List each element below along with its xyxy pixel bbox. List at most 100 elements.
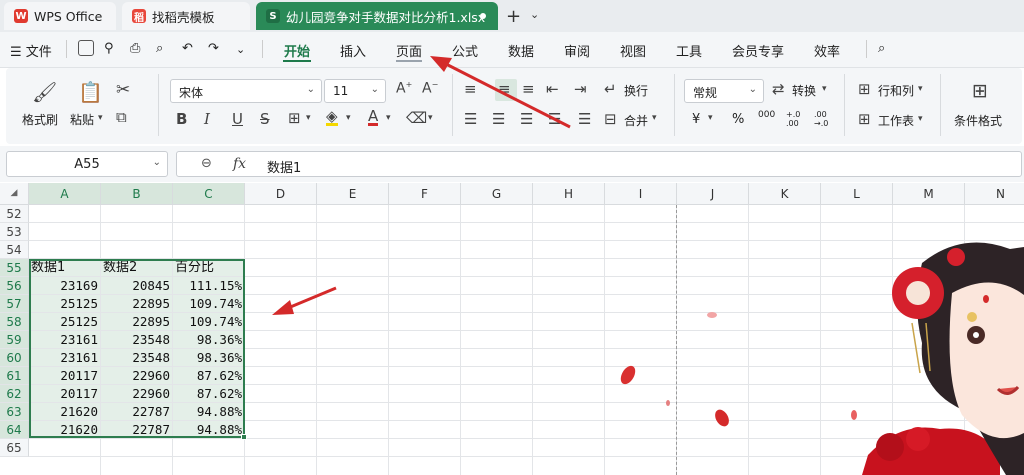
currency-format-button[interactable]: ¥ xyxy=(692,112,700,127)
justify-icon[interactable]: ☰ xyxy=(548,110,561,128)
align-center-icon[interactable]: ☰ xyxy=(492,110,505,128)
thousands-separator-button[interactable]: 000 xyxy=(758,110,775,120)
chevron-down-icon[interactable]: ▾ xyxy=(708,113,713,123)
row-header-56[interactable]: 56 xyxy=(0,277,29,295)
tab-daoke-templates[interactable]: 稻 找稻壳模板 xyxy=(122,2,250,30)
italic-icon[interactable]: I xyxy=(204,110,210,128)
align-right-icon[interactable]: ☰ xyxy=(520,110,533,128)
column-header-a[interactable]: A xyxy=(29,183,101,205)
column-header-h[interactable]: H xyxy=(533,183,605,205)
format-painter-quick-icon[interactable]: ⚲ xyxy=(104,41,114,56)
column-header-k[interactable]: K xyxy=(749,183,821,205)
chevron-down-icon[interactable]: ▾ xyxy=(918,84,923,94)
row-header-65[interactable]: 65 xyxy=(0,439,29,457)
fill-handle[interactable] xyxy=(241,434,247,440)
row-header-63[interactable]: 63 xyxy=(0,403,29,421)
save-icon[interactable] xyxy=(78,40,94,56)
indent-increase-icon[interactable]: ⇥ xyxy=(574,80,587,98)
undo-icon[interactable]: ↶ xyxy=(182,41,193,56)
worksheet-icon[interactable]: ⊞ xyxy=(858,110,871,128)
border-icon[interactable]: ⊞ xyxy=(288,109,301,127)
menu-tab-formula[interactable]: 公式 xyxy=(452,41,478,60)
chevron-down-icon[interactable]: ▾ xyxy=(306,113,311,123)
chevron-down-icon[interactable]: ▾ xyxy=(386,113,391,123)
row-header-61[interactable]: 61 xyxy=(0,367,29,385)
select-all-corner[interactable]: ◢ xyxy=(0,183,29,205)
decrease-decimal-button[interactable]: .00 →.0 xyxy=(814,110,838,128)
tab-active-document[interactable]: S 幼儿园竞争对手数据对比分析1.xlsx xyxy=(256,2,498,30)
conditional-format-icon[interactable]: ⊞ xyxy=(972,80,988,102)
column-header-j[interactable]: J xyxy=(677,183,749,205)
wrap-text-label[interactable]: 换行 xyxy=(624,82,648,99)
print-preview-icon[interactable]: ⌕ xyxy=(156,41,163,56)
paste-icon[interactable]: 📋 xyxy=(78,80,103,104)
chevron-down-icon[interactable]: ▾ xyxy=(822,84,827,94)
search-icon[interactable]: ⌕ xyxy=(878,41,885,56)
chevron-down-icon[interactable]: ▾ xyxy=(918,114,923,124)
font-color-icon[interactable]: A xyxy=(368,109,379,126)
bold-icon[interactable]: B xyxy=(176,110,187,128)
menu-tab-view[interactable]: 视图 xyxy=(620,41,646,60)
worksheet-label[interactable]: 工作表 xyxy=(878,112,914,129)
new-tab-plus-icon[interactable]: + xyxy=(506,6,521,27)
spreadsheet-grid[interactable]: ◢ ABCDEFGHIJKLMN 52 53 54 55 56 57 58 59 60 61 62 6… xyxy=(0,183,1024,475)
align-left-icon[interactable]: ☰ xyxy=(464,110,477,128)
name-box[interactable]: A55 ⌄ xyxy=(6,151,168,177)
conditional-format-label[interactable]: 条件格式 xyxy=(954,112,1002,129)
convert-icon[interactable]: ⇄ xyxy=(772,80,785,98)
formula-input[interactable]: ⊖ fx 数据1 xyxy=(176,151,1022,177)
row-header-62[interactable]: 62 xyxy=(0,385,29,403)
menu-tab-member[interactable]: 会员专享 xyxy=(732,41,784,60)
decrease-font-icon[interactable]: A− xyxy=(422,80,438,97)
row-header-60[interactable]: 60 xyxy=(0,349,29,367)
indent-decrease-icon[interactable]: ⇤ xyxy=(546,80,559,98)
fill-color-icon[interactable]: ◈ xyxy=(326,109,338,126)
quick-access-more-icon[interactable]: ⌄ xyxy=(236,43,245,56)
column-header-e[interactable]: E xyxy=(317,183,389,205)
column-header-m[interactable]: M xyxy=(893,183,965,205)
format-painter-icon[interactable]: 🖌 xyxy=(32,80,57,104)
increase-decimal-button[interactable]: +.0 .00 xyxy=(786,110,810,128)
strikethrough-icon[interactable]: S xyxy=(260,110,270,128)
row-col-icon[interactable]: ⊞ xyxy=(858,80,871,98)
number-format-select[interactable]: 常规 ⌄ xyxy=(684,79,764,103)
menu-tab-home[interactable]: 开始 xyxy=(284,41,310,60)
column-header-n[interactable]: N xyxy=(965,183,1024,205)
row-header-54[interactable]: 54 xyxy=(0,241,29,259)
row-header-55[interactable]: 55 xyxy=(0,259,29,277)
row-header-58[interactable]: 58 xyxy=(0,313,29,331)
column-header-l[interactable]: L xyxy=(821,183,893,205)
increase-font-icon[interactable]: A+ xyxy=(396,80,412,97)
column-header-f[interactable]: F xyxy=(389,183,461,205)
column-header-b[interactable]: B xyxy=(101,183,173,205)
copy-icon[interactable]: ⧉ xyxy=(116,108,127,126)
merge-cells-label[interactable]: 合并 xyxy=(624,112,648,129)
cut-icon[interactable]: ✂ xyxy=(116,80,130,100)
format-painter-label[interactable]: 格式刷 xyxy=(22,111,58,128)
convert-label[interactable]: 转换 xyxy=(792,82,816,99)
menu-tab-tools[interactable]: 工具 xyxy=(676,41,702,60)
column-header-i[interactable]: I xyxy=(605,183,677,205)
chevron-down-icon[interactable]: ▾ xyxy=(652,113,657,123)
clear-format-icon[interactable]: ⌫ xyxy=(406,109,427,127)
row-header-53[interactable]: 53 xyxy=(0,223,29,241)
paste-label[interactable]: 粘贴 xyxy=(70,111,94,128)
column-header-g[interactable]: G xyxy=(461,183,533,205)
row-header-64[interactable]: 64 xyxy=(0,421,29,439)
zoom-icon[interactable]: ⊖ xyxy=(201,156,212,171)
wrap-text-icon[interactable]: ↵ xyxy=(604,80,617,98)
row-header-57[interactable]: 57 xyxy=(0,295,29,313)
menu-tab-insert[interactable]: 插入 xyxy=(340,41,366,60)
column-header-d[interactable]: D xyxy=(245,183,317,205)
row-col-label[interactable]: 行和列 xyxy=(878,82,914,99)
row-header-52[interactable]: 52 xyxy=(0,205,29,223)
align-bottom-icon[interactable]: ≡ xyxy=(522,80,535,98)
chevron-down-icon[interactable]: ▾ xyxy=(346,113,351,123)
distributed-icon[interactable]: ☰ xyxy=(578,110,591,128)
menu-tab-data[interactable]: 数据 xyxy=(508,41,534,60)
tab-wps-office[interactable]: W WPS Office xyxy=(4,2,116,30)
align-top-icon[interactable]: ≡ xyxy=(464,80,477,98)
chevron-down-icon[interactable]: ▾ xyxy=(428,113,433,123)
menu-tab-efficiency[interactable]: 效率 xyxy=(814,41,840,60)
row-header-59[interactable]: 59 xyxy=(0,331,29,349)
